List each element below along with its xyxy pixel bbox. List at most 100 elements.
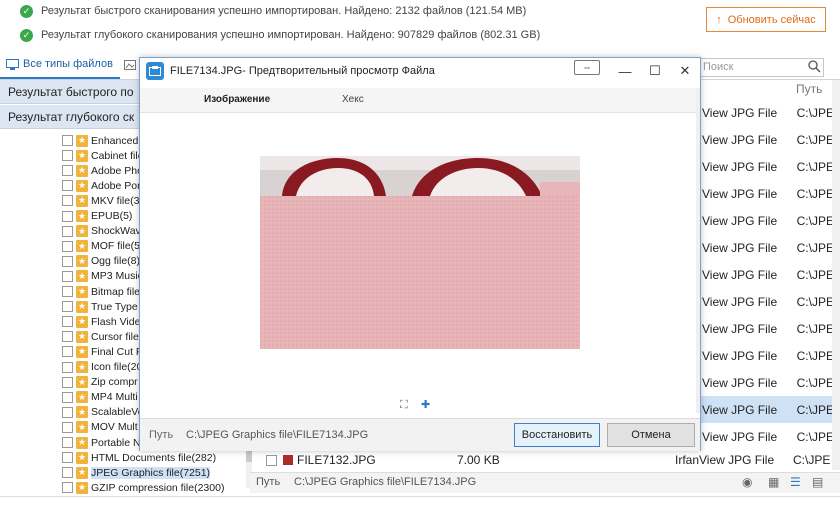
path-bar-label: Путь	[256, 476, 281, 488]
file-type: IrfanView JPG File	[675, 453, 775, 467]
path-bar: Путь C:\JPEG Graphics file\FILE7134.JPG …	[250, 472, 840, 493]
preview-image	[260, 156, 580, 349]
image-icon[interactable]	[124, 60, 136, 73]
tree-item-label: JPEG Graphics file(7251)	[91, 466, 211, 479]
dialog-footer: Путь C:\JPEG Graphics file\FILE7134.JPG …	[140, 418, 700, 451]
row-checkbox[interactable]	[266, 454, 277, 466]
table-row[interactable]: View JPG File C:\JPE	[700, 261, 840, 288]
tree-item-checkbox[interactable]	[62, 376, 73, 388]
tree-item[interactable]: ★ Bitmap file	[62, 284, 140, 299]
tree-item-checkbox[interactable]	[62, 406, 73, 418]
tree-item-checkbox[interactable]	[62, 210, 73, 222]
tab-hex[interactable]: Хекс	[342, 94, 364, 105]
tree-item-checkbox[interactable]	[62, 286, 73, 297]
table-row[interactable]: View JPG File C:\JPE	[700, 99, 840, 126]
tree-item-checkbox[interactable]	[62, 240, 73, 252]
quick-scan-section[interactable]: Результат быстрого по	[0, 80, 140, 104]
detail-view-icon[interactable]: ▤	[812, 475, 823, 489]
table-row[interactable]: View JPG File C:\JPE	[700, 288, 840, 315]
tree-item-checkbox[interactable]	[62, 316, 73, 328]
tree-item[interactable]: ★ Ogg file(8)	[62, 254, 140, 269]
tree-item-checkbox[interactable]	[62, 135, 73, 146]
tree-item[interactable]: ★ Cabinet file	[62, 148, 144, 163]
tree-item-checkbox[interactable]	[62, 346, 73, 358]
preview-dialog: FILE7134.JPG- Предтворительный просмотр …	[139, 57, 701, 451]
tree-item[interactable]: ★ True Type	[62, 299, 138, 314]
tree-item[interactable]: ★ Adobe Por	[62, 178, 141, 193]
fit-screen-icon[interactable]: ⛶	[400, 399, 408, 412]
table-row[interactable]: View JPG File C:\JPE	[700, 396, 840, 423]
tree-item[interactable]: ★ MKV file(3)	[62, 193, 143, 208]
file-list-scrollbar[interactable]	[832, 80, 840, 470]
grid-view-icon[interactable]: ▦	[768, 475, 779, 489]
restore-button[interactable]: Восстановить	[514, 423, 600, 447]
tree-item-checkbox[interactable]	[62, 180, 73, 192]
zoom-icon[interactable]: ✚	[421, 398, 430, 411]
tree-item-label: Portable N	[91, 436, 141, 449]
tree-item-label: MKV file(3)	[91, 194, 143, 207]
tree-item[interactable]: ★ Enhanced	[62, 133, 138, 148]
tree-item[interactable]: ★ MP3 Music	[62, 269, 143, 284]
tree-item-checkbox[interactable]	[62, 437, 73, 448]
tree-item[interactable]: ★ Portable N	[62, 435, 141, 450]
search-icon[interactable]	[808, 60, 821, 76]
tree-item-checkbox[interactable]	[62, 165, 73, 177]
tree-item[interactable]: ★ HTML Documents file(282)	[62, 450, 216, 465]
tree-item-checkbox[interactable]	[62, 421, 73, 433]
tree-item[interactable]: ★ EPUB(5)	[62, 209, 132, 224]
minimize-button[interactable]: —	[610, 58, 640, 84]
tree-item[interactable]: ★ Final Cut P	[62, 344, 143, 359]
tree-item[interactable]: ★ MOV Mult	[62, 420, 138, 435]
tree-item-checkbox[interactable]	[62, 361, 73, 373]
tree-item[interactable]: ★ GZIP compression file(2300)	[62, 480, 224, 495]
table-row[interactable]: View JPG File C:\JPE	[700, 423, 840, 450]
deep-scan-section[interactable]: Результат глубокого ск	[0, 105, 140, 129]
file-type-icon: ★	[76, 481, 88, 494]
tree-item-checkbox[interactable]	[62, 452, 73, 464]
table-row[interactable]: View JPG File C:\JPE	[700, 126, 840, 153]
table-row[interactable]: View JPG File C:\JPE	[700, 342, 840, 369]
tree-item[interactable]: ★ MP4 Multi	[62, 390, 138, 405]
table-row[interactable]: View JPG File C:\JPE	[700, 207, 840, 234]
table-row[interactable]: View JPG File C:\JPE	[700, 153, 840, 180]
table-row[interactable]: FILE7132.JPG 7.00 KB IrfanView JPG File …	[256, 452, 836, 468]
eye-icon[interactable]: ◉	[742, 475, 752, 489]
maximize-button[interactable]: ☐	[640, 58, 670, 84]
tree-item[interactable]: ★ Zip compr	[62, 375, 138, 390]
table-row[interactable]: View JPG File C:\JPE	[700, 234, 840, 261]
dialog-titlebar[interactable]: FILE7134.JPG- Предтворительный просмотр …	[140, 58, 700, 84]
file-type-icon: ★	[76, 149, 88, 162]
tree-item[interactable]: ★ Adobe Pho	[62, 163, 143, 178]
path-column-header[interactable]: Путь	[796, 82, 822, 96]
tree-item-checkbox[interactable]	[62, 391, 73, 403]
table-row[interactable]: View JPG File C:\JPE	[700, 315, 840, 342]
preview-scrollbar[interactable]	[696, 88, 700, 413]
tab-all-file-types-label: Все типы файлов	[23, 58, 113, 70]
tree-item[interactable]: ★ ScalableVe	[62, 405, 144, 420]
tree-item-checkbox[interactable]	[62, 482, 73, 494]
cancel-button[interactable]: Отмена	[607, 423, 695, 447]
search-input[interactable]: Поиск	[698, 58, 824, 77]
tree-item-checkbox[interactable]	[62, 301, 73, 313]
tree-item-checkbox[interactable]	[62, 467, 73, 479]
tree-item[interactable]: ★ MOF file(5	[62, 239, 140, 254]
list-view-icon[interactable]: ☰	[790, 475, 801, 489]
close-button[interactable]: ✕	[670, 58, 700, 84]
tree-item-checkbox[interactable]	[62, 150, 73, 162]
resize-arrows-icon[interactable]: ⇔	[574, 60, 600, 75]
tree-item[interactable]: ★ Flash Vide	[62, 314, 140, 329]
tree-item-checkbox[interactable]	[62, 331, 73, 343]
tab-image[interactable]: Изображение	[204, 94, 270, 105]
tree-item-checkbox[interactable]	[62, 225, 73, 237]
table-row[interactable]: View JPG File C:\JPE	[700, 180, 840, 207]
tree-item[interactable]: ★ ShockWav	[62, 224, 141, 239]
tree-item[interactable]: ★ Cursor file	[62, 329, 139, 344]
tree-item-checkbox[interactable]	[62, 255, 73, 267]
tree-item-checkbox[interactable]	[62, 195, 73, 207]
tab-all-file-types[interactable]: Все типы файлов	[6, 58, 113, 70]
update-now-button[interactable]: ↑ Обновить сейчас	[706, 7, 826, 32]
tree-item-checkbox[interactable]	[62, 270, 73, 282]
table-row[interactable]: View JPG File C:\JPE	[700, 369, 840, 396]
tree-item[interactable]: ★ JPEG Graphics file(7251)	[62, 465, 211, 480]
tree-item[interactable]: ★ Icon file(20	[62, 360, 142, 375]
